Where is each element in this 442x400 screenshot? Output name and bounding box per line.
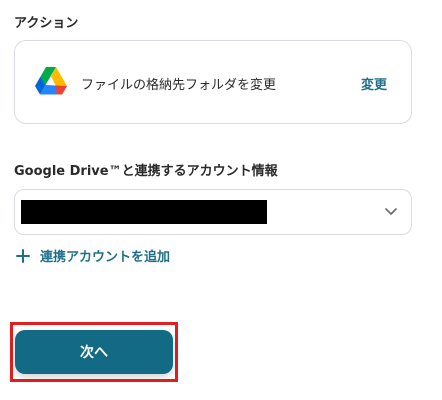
action-card: ファイルの格納先フォルダを変更 変更 — [14, 40, 412, 124]
redacted-account-value — [21, 200, 267, 224]
action-name: ファイルの格納先フォルダを変更 — [81, 78, 277, 93]
account-select[interactable] — [14, 189, 412, 235]
next-button[interactable]: 次へ — [15, 330, 173, 374]
change-action-link[interactable]: 変更 — [361, 74, 387, 93]
google-drive-icon — [35, 67, 67, 95]
plus-icon — [16, 248, 30, 263]
chevron-down-icon — [385, 208, 397, 215]
add-account-button[interactable]: 連携アカウントを追加 — [16, 246, 170, 265]
account-section-label: Google Drive™と連携するアカウント情報 — [14, 164, 278, 179]
add-account-label: 連携アカウントを追加 — [40, 250, 171, 265]
action-section-label: アクション — [14, 16, 79, 31]
